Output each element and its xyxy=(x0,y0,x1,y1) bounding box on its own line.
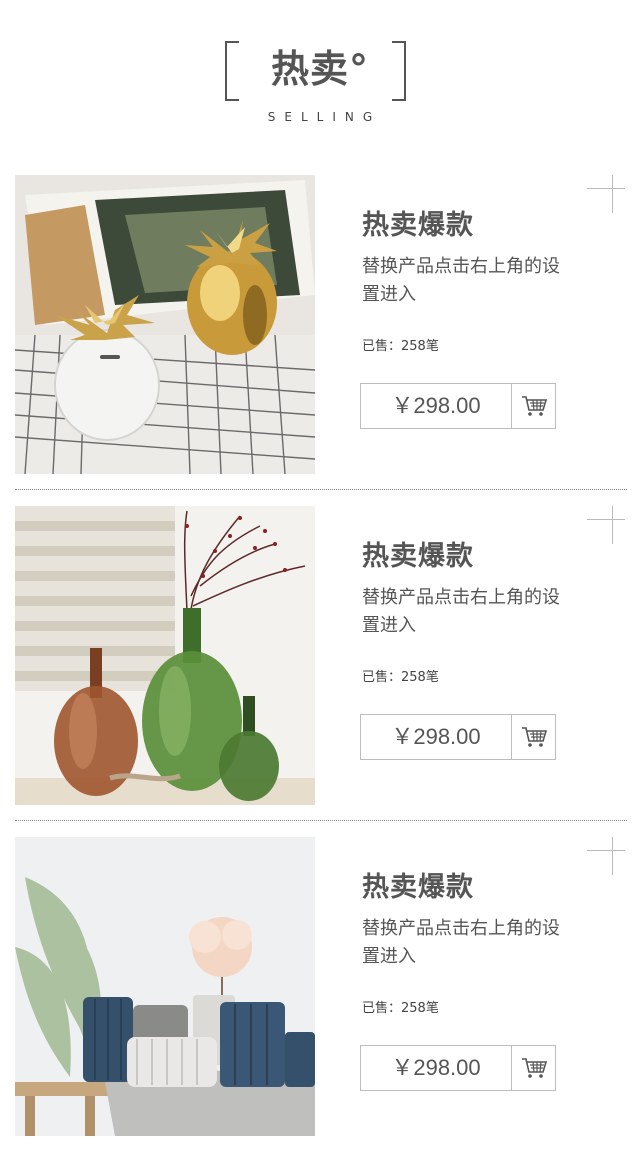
product-card[interactable]: 热卖爆款 替换产品点击右上角的设置进入 已售：258笔 ￥298.00 xyxy=(0,175,640,490)
settings-corner-mark[interactable] xyxy=(587,175,627,215)
price-box[interactable]: ￥298.00 xyxy=(360,383,556,429)
add-to-cart-button[interactable] xyxy=(511,384,556,428)
price-box[interactable]: ￥298.00 xyxy=(360,1045,556,1091)
product-name: 热卖爆款 xyxy=(362,541,474,572)
product-description: 替换产品点击右上角的设置进入 xyxy=(362,918,560,967)
add-to-cart-button[interactable] xyxy=(511,715,556,759)
product-sold-count: 已售：258笔 xyxy=(362,339,439,354)
product-sold-count: 已售：258笔 xyxy=(362,670,439,685)
product-card[interactable]: 热卖爆款 替换产品点击右上角的设置进入 已售：258笔 ￥298.00 xyxy=(0,837,640,1152)
settings-corner-mark[interactable] xyxy=(587,506,627,546)
product-image[interactable] xyxy=(15,506,315,805)
product-description: 替换产品点击右上角的设置进入 xyxy=(362,587,560,636)
product-image[interactable] xyxy=(15,175,315,474)
product-card[interactable]: 热卖爆款 替换产品点击右上角的设置进入 已售：258笔 ￥298.00 xyxy=(0,506,640,821)
section-title: 热卖° xyxy=(270,46,369,91)
right-bracket xyxy=(392,41,406,101)
shopping-cart-icon xyxy=(522,1058,547,1078)
product-image[interactable] xyxy=(15,837,315,1136)
product-price: ￥298.00 xyxy=(391,724,481,749)
product-description: 替换产品点击右上角的设置进入 xyxy=(362,256,560,305)
settings-corner-mark[interactable] xyxy=(587,837,627,877)
divider xyxy=(15,820,627,821)
product-price: ￥298.00 xyxy=(391,393,481,418)
shopping-cart-icon xyxy=(522,727,547,747)
price-box[interactable]: ￥298.00 xyxy=(360,714,556,760)
product-sold-count: 已售：258笔 xyxy=(362,1001,439,1016)
left-bracket xyxy=(225,41,239,101)
section-header: 热卖° SELLING xyxy=(0,0,640,150)
section-subtitle: SELLING xyxy=(267,110,382,124)
product-price: ￥298.00 xyxy=(391,1055,481,1080)
shopping-cart-icon xyxy=(522,396,547,416)
product-name: 热卖爆款 xyxy=(362,872,474,903)
divider xyxy=(15,489,627,490)
product-name: 热卖爆款 xyxy=(362,210,474,241)
add-to-cart-button[interactable] xyxy=(511,1046,556,1090)
